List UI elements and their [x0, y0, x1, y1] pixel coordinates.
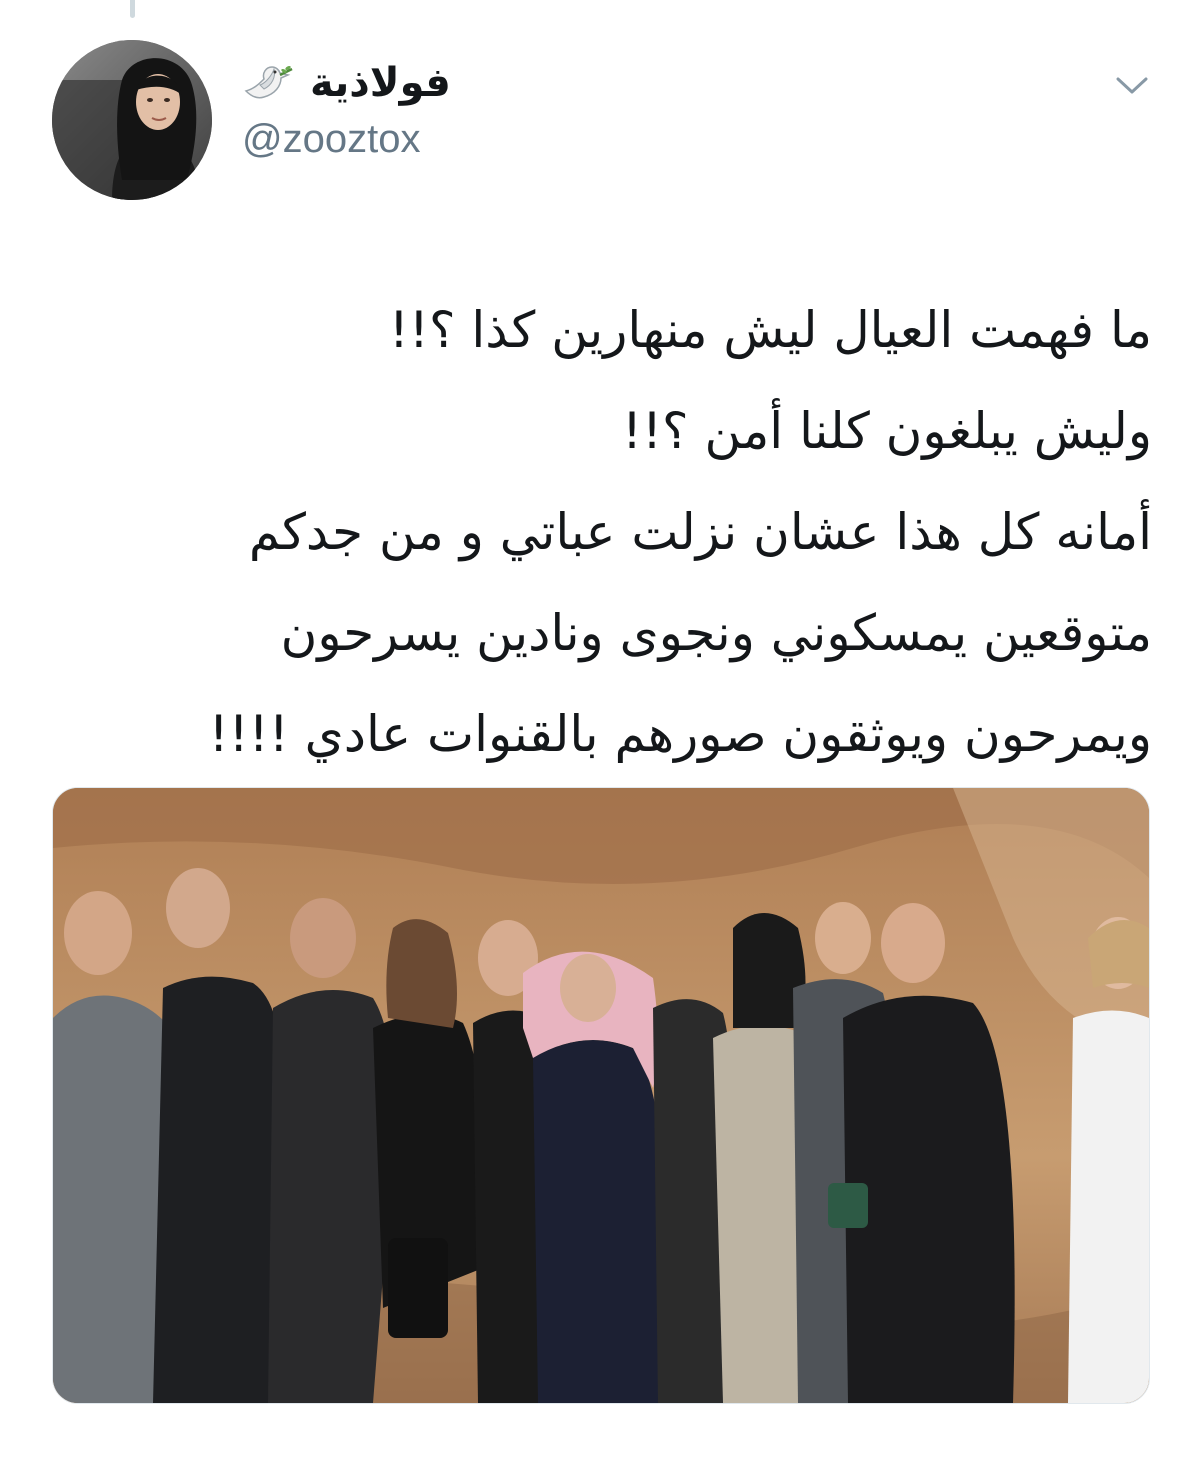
avatar[interactable] — [52, 40, 212, 200]
tweet-text-line: وليش يبلغون كلنا أمن ؟!! — [621, 402, 1152, 460]
tweet-text: ما فهمت العيال ليش منهارين كذا ؟!! وليش … — [60, 280, 1152, 785]
tweet-text-line: متوقعين يمسكوني ونجوى ونادين يسرحون — [280, 604, 1152, 662]
more-options-button[interactable] — [1110, 68, 1154, 108]
tweet-text-line: ما فهمت العيال ليش منهارين كذا ؟!! — [388, 301, 1152, 359]
tweet-text-line: ويمرحون ويوثقون صورهم بالقنوات عادي !!!! — [208, 705, 1152, 763]
chevron-down-icon — [1115, 76, 1149, 100]
thread-connector-line — [130, 0, 135, 18]
display-name[interactable]: فولاذية — [310, 63, 451, 103]
tweet-text-line: أمانه كل هذا عشان نزلت عباتي و من جدكم — [248, 503, 1152, 561]
tweet-photo[interactable] — [52, 787, 1150, 1404]
display-name-row[interactable]: فولاذية — [242, 55, 662, 111]
dove-icon — [242, 61, 296, 105]
user-handle[interactable]: @zooztox — [242, 119, 662, 159]
user-names: فولاذية @zooztox — [242, 55, 662, 159]
